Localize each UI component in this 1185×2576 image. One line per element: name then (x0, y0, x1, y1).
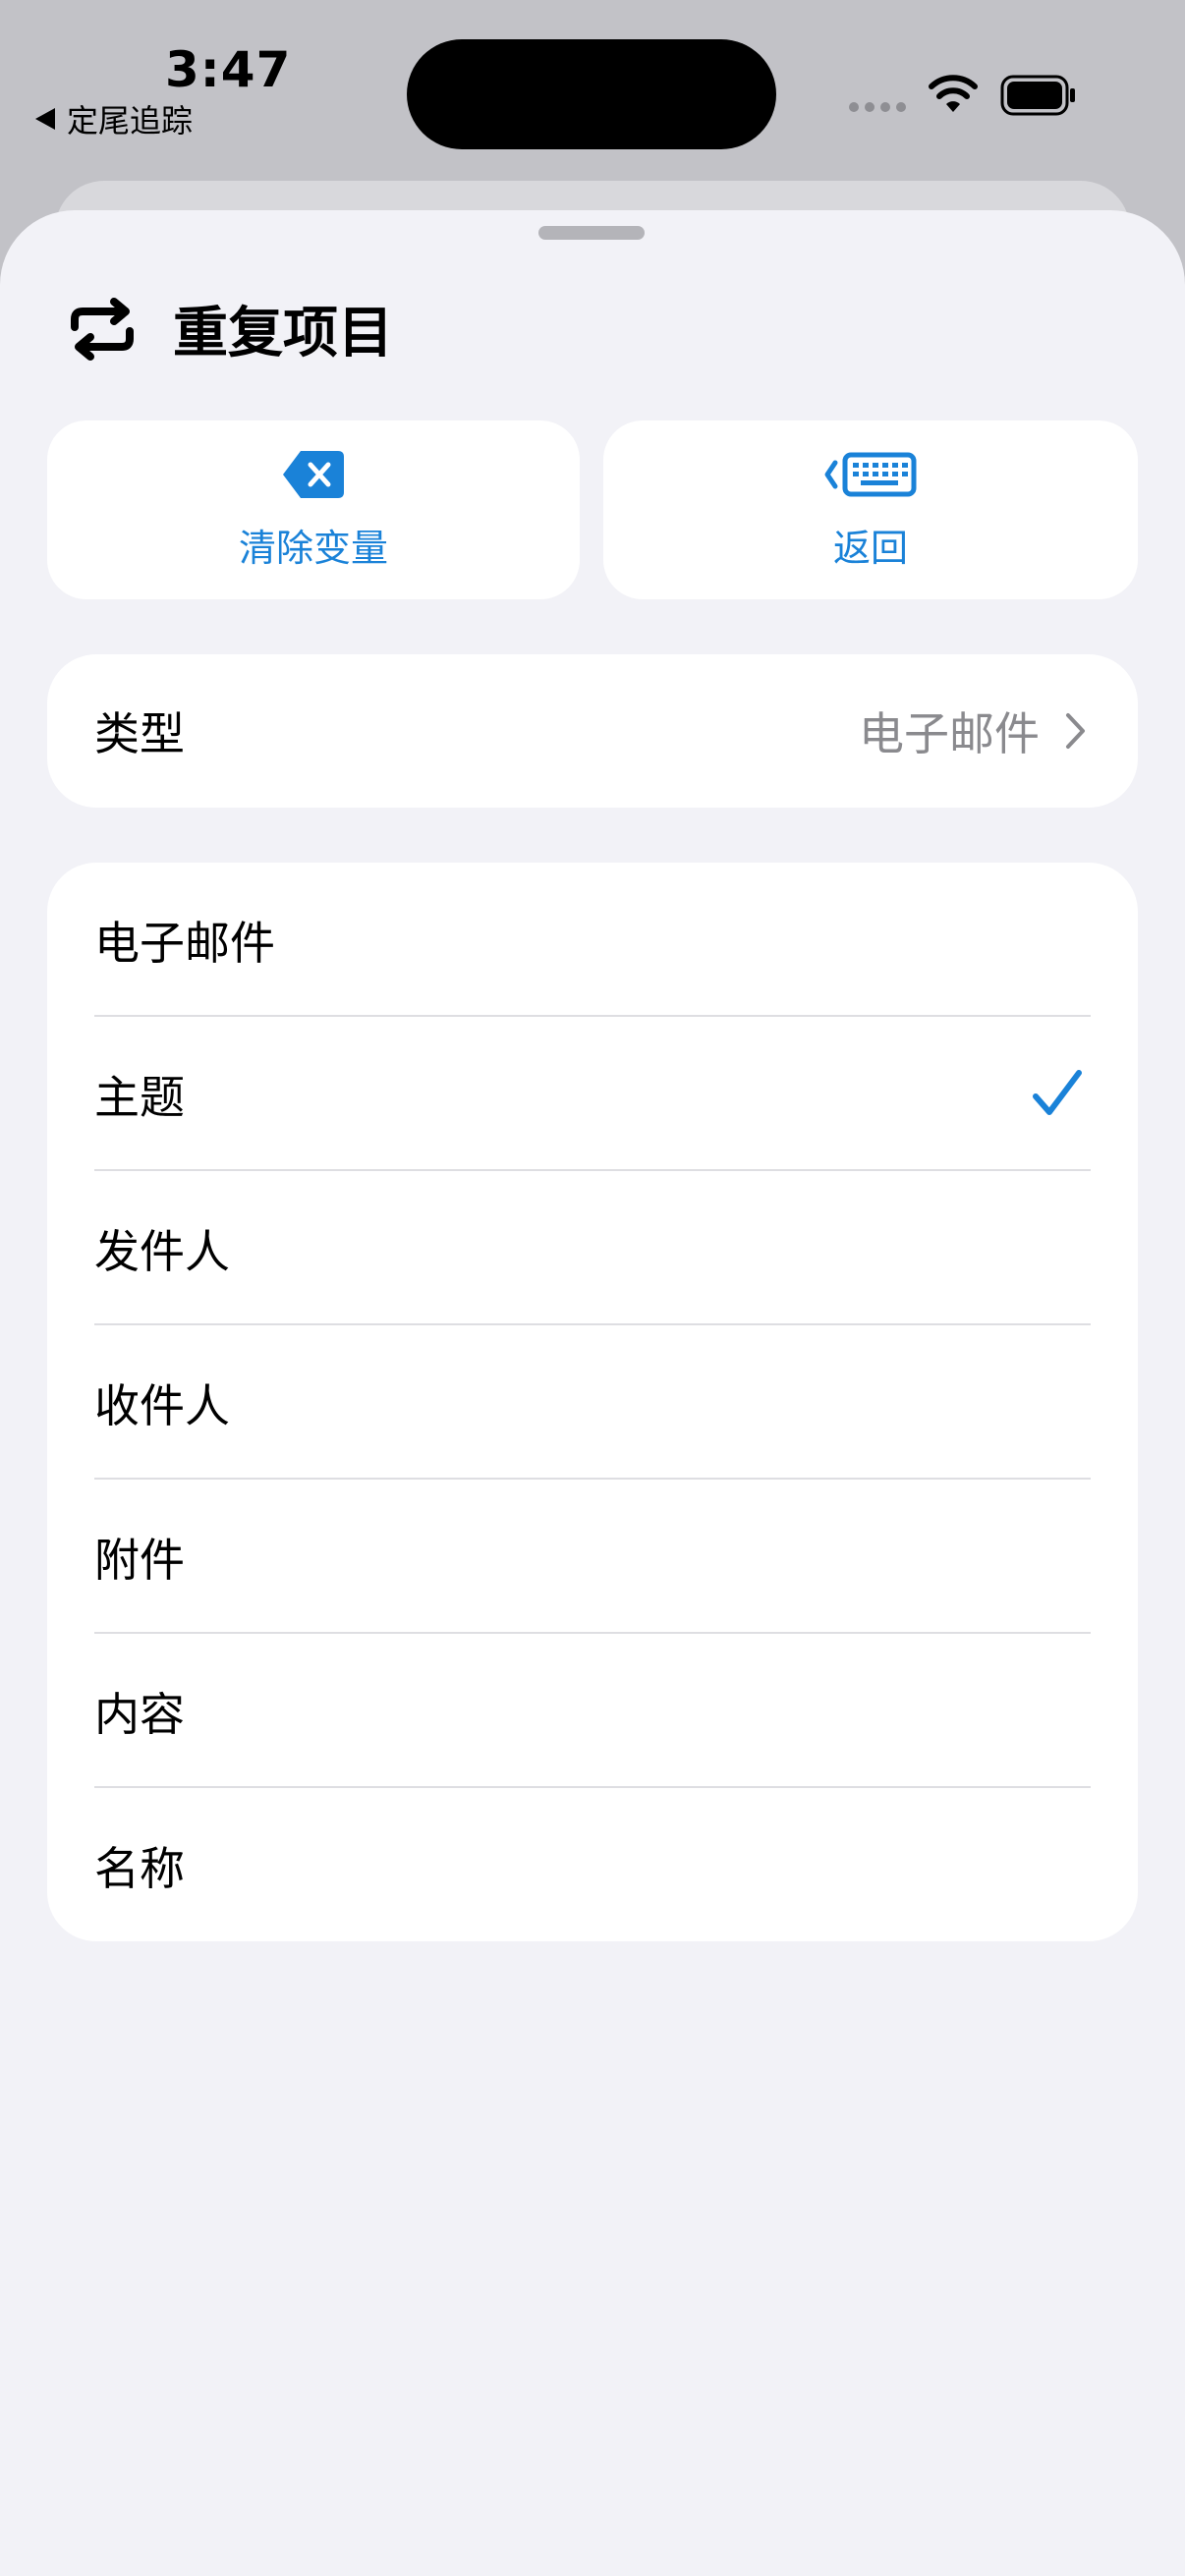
property-options-list: 电子邮件 主题 发件人 收件人 附件 内容 名称 (47, 863, 1138, 1941)
option-label: 附件 (94, 1533, 185, 1587)
keyboard-back-icon (824, 452, 917, 496)
option-recipient[interactable]: 收件人 (47, 1325, 1138, 1480)
type-label: 类型 (94, 707, 185, 760)
clear-variable-label: 清除变量 (238, 526, 388, 570)
back-triangle-icon (35, 108, 55, 130)
option-subject[interactable]: 主题 (47, 1017, 1138, 1171)
option-label: 主题 (94, 1070, 185, 1124)
chevron-right-icon (1066, 713, 1085, 749)
sheet-grabber[interactable] (538, 226, 645, 240)
option-content[interactable]: 内容 (47, 1634, 1138, 1788)
option-sender[interactable]: 发件人 (47, 1171, 1138, 1325)
dynamic-island (407, 39, 776, 149)
option-label: 内容 (94, 1687, 185, 1741)
option-label: 电子邮件 (94, 916, 275, 970)
delete-backward-icon (283, 450, 344, 498)
option-label: 名称 (94, 1841, 185, 1895)
return-label: 返回 (832, 526, 908, 570)
clear-variable-button[interactable]: 清除变量 (47, 420, 580, 599)
status-time: 3:47 (165, 41, 292, 98)
option-email[interactable]: 电子邮件 (47, 863, 1138, 1017)
repeat-icon (71, 297, 134, 361)
back-app-label: 定尾追踪 (67, 102, 194, 140)
checkmark-icon (1033, 1069, 1082, 1115)
wifi-icon (929, 75, 978, 112)
back-to-app-button[interactable]: 定尾追踪 (35, 96, 193, 141)
option-name[interactable]: 名称 (47, 1788, 1138, 1941)
cellular-signal-icon (849, 102, 906, 112)
option-label: 收件人 (94, 1378, 230, 1432)
option-attachment[interactable]: 附件 (47, 1480, 1138, 1634)
type-value: 电子邮件 (859, 707, 1040, 760)
type-selector-row[interactable]: 类型 电子邮件 (47, 654, 1138, 808)
sheet-header: 重复项目 (67, 289, 393, 368)
return-button[interactable]: 返回 (603, 420, 1138, 599)
battery-icon (1000, 75, 1075, 116)
option-label: 发件人 (94, 1224, 230, 1278)
sheet-title: 重复项目 (173, 302, 393, 365)
